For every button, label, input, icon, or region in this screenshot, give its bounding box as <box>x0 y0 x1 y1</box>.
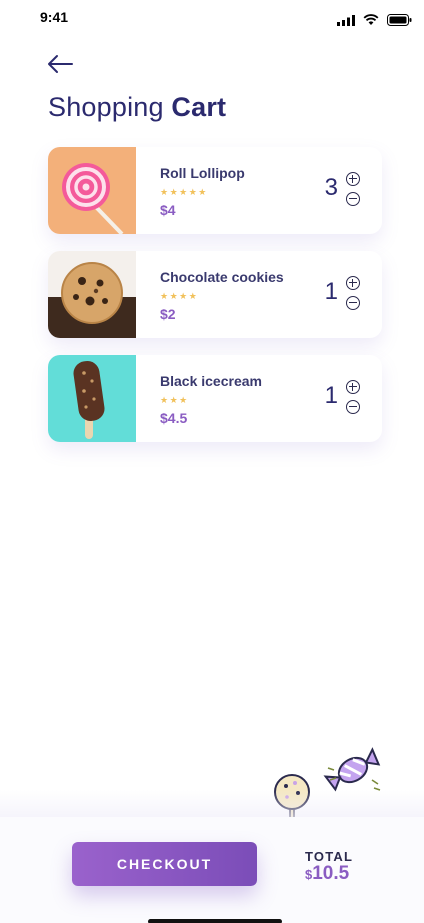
cookie-image <box>48 251 136 338</box>
decrease-quantity-button[interactable] <box>346 400 360 414</box>
back-button[interactable] <box>46 52 76 76</box>
quantity-controls <box>346 276 360 310</box>
quantity-controls <box>346 380 360 414</box>
item-rating: ★★★ <box>160 395 189 405</box>
status-icons <box>337 14 412 26</box>
home-indicator <box>148 919 282 923</box>
checkout-footer: CHECKOUT TOTAL $10.5 <box>0 817 424 923</box>
cart-item[interactable]: Chocolate cookies ★★★★ $2 1 <box>48 251 382 338</box>
item-price: $4 <box>160 202 176 218</box>
page-title-light: Shopping <box>48 92 164 122</box>
total-label: TOTAL <box>305 849 354 864</box>
icecream-image <box>48 355 136 442</box>
item-quantity: 1 <box>324 382 338 409</box>
product-image-icecream <box>48 355 136 442</box>
increase-quantity-button[interactable] <box>346 172 360 186</box>
signal-icon <box>337 14 355 26</box>
arrow-left-icon <box>48 55 73 73</box>
cart-list: Roll Lollipop ★★★★★ $4 3 Chocolate cooki… <box>48 147 382 459</box>
checkout-button[interactable]: CHECKOUT <box>72 842 257 886</box>
page-title-bold: Cart <box>171 92 227 122</box>
order-total: TOTAL $10.5 <box>305 849 353 885</box>
cart-item[interactable]: Roll Lollipop ★★★★★ $4 3 <box>48 147 382 234</box>
item-rating: ★★★★★ <box>160 187 208 197</box>
item-quantity: 3 <box>324 174 338 201</box>
status-time: 9:41 <box>40 9 69 25</box>
product-image-lollipop <box>48 147 136 234</box>
increase-quantity-button[interactable] <box>346 276 360 290</box>
product-image-cookies <box>48 251 136 338</box>
quantity-controls <box>346 172 360 206</box>
battery-icon <box>387 14 412 26</box>
item-name: Roll Lollipop <box>160 165 245 181</box>
item-quantity: 1 <box>324 278 338 305</box>
item-price: $2 <box>160 306 176 322</box>
wifi-icon <box>363 14 379 25</box>
page-title: Shopping Cart <box>48 92 226 123</box>
item-name: Black icecream <box>160 373 262 389</box>
increase-quantity-button[interactable] <box>346 380 360 394</box>
cart-item[interactable]: Black icecream ★★★ $4.5 1 <box>48 355 382 442</box>
item-rating: ★★★★ <box>160 291 199 301</box>
decrease-quantity-button[interactable] <box>346 296 360 310</box>
item-name: Chocolate cookies <box>160 269 284 285</box>
total-value: 10.5 <box>312 863 350 884</box>
decrease-quantity-button[interactable] <box>346 192 360 206</box>
item-price: $4.5 <box>160 410 188 426</box>
total-amount: $10.5 <box>305 864 353 885</box>
footer-fade <box>0 790 424 820</box>
status-bar: 9:41 <box>0 0 424 40</box>
lollipop-image <box>48 147 136 234</box>
